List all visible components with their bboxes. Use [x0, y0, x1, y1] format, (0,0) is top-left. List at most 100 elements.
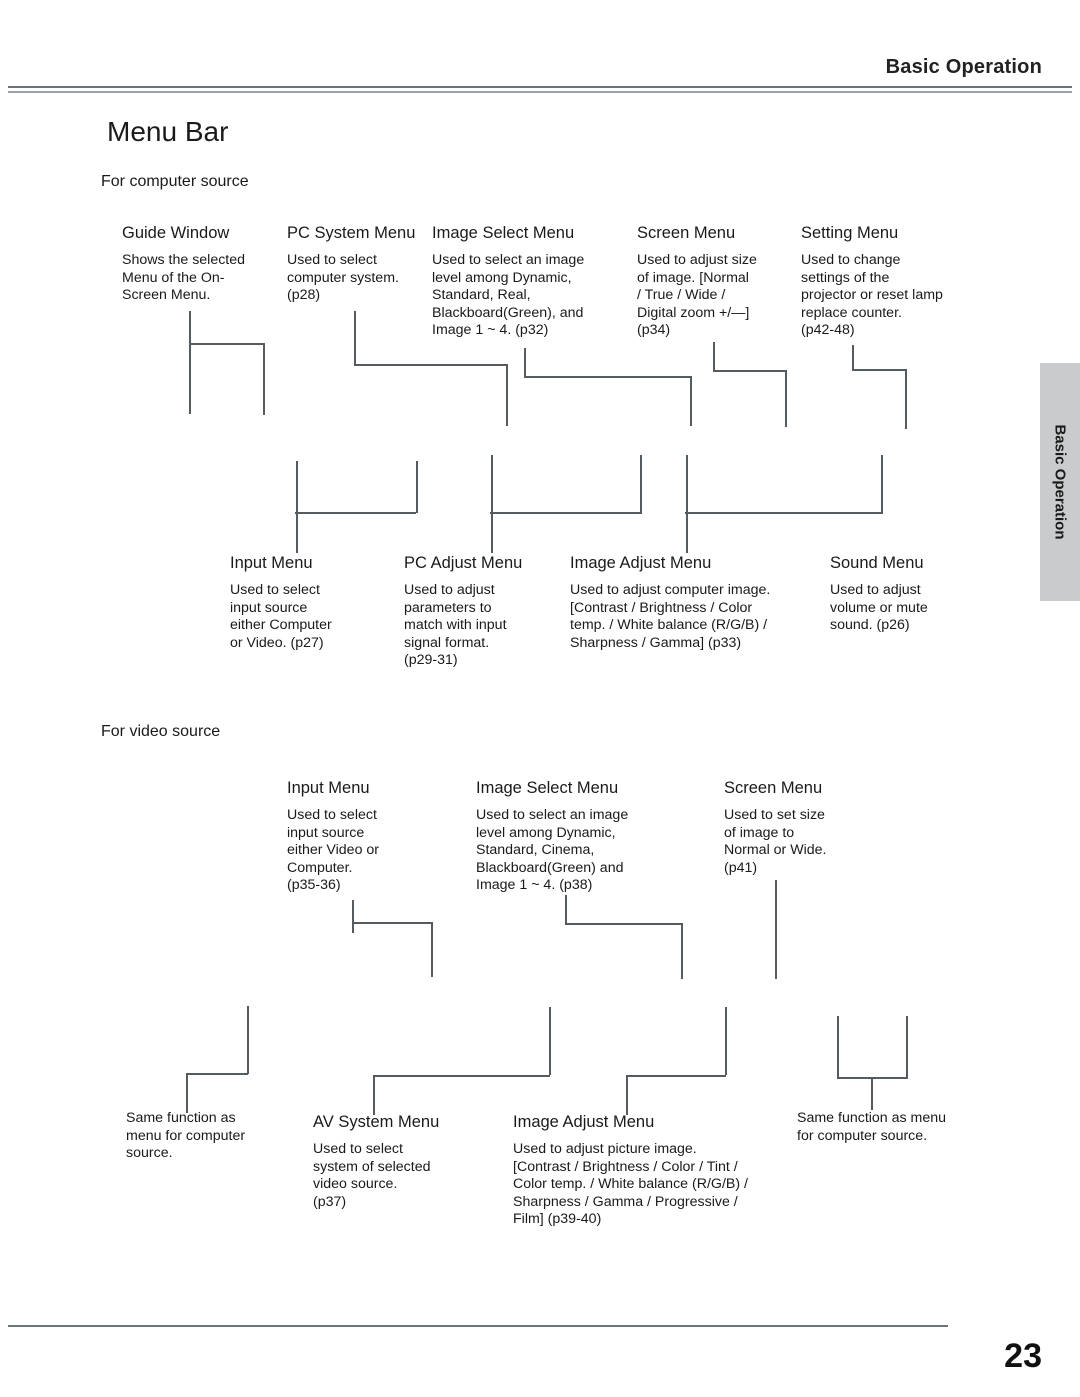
connector-segment — [296, 461, 298, 553]
callout-body: Used to adjust picture image. [Contrast … — [513, 1141, 748, 1228]
callout-body: Same function as menu for computer sourc… — [126, 1110, 246, 1162]
callout-body: Used to select an image level among Dyna… — [476, 807, 629, 894]
connector-segment — [189, 343, 264, 345]
callout-image-adjust-menu-video: Image Adjust Menu Used to adjust picture… — [513, 1113, 803, 1229]
connector-segment — [837, 1016, 839, 1078]
side-tab-basic-operation: Basic Operation — [1040, 363, 1080, 601]
callout-pc-adjust-menu: PC Adjust Menu Used to adjust parameters… — [404, 554, 554, 670]
connector-segment — [186, 1073, 248, 1075]
connector-segment — [373, 1075, 550, 1077]
connector-segment — [690, 376, 692, 426]
page-title: Menu Bar — [107, 116, 229, 147]
callout-body: Used to select system of selected video … — [313, 1141, 431, 1210]
computer-source-heading: For computer source — [101, 173, 249, 190]
header-rule-upper — [8, 86, 1072, 88]
callout-setting-menu: Setting Menu Used to change settings of … — [801, 224, 991, 340]
document-page: Basic Operation Menu Bar Basic Operation… — [0, 0, 1080, 1397]
connector-segment — [295, 512, 416, 514]
callout-same-function-right: Same function as menu for computer sourc… — [797, 1110, 997, 1145]
callout-input-menu-computer: Input Menu Used to select input source e… — [230, 554, 380, 652]
connector-segment — [247, 1006, 249, 1074]
callout-body: Used to adjust size of image. [Normal / … — [637, 252, 757, 339]
connector-segment — [490, 512, 642, 514]
connector-segment — [431, 922, 433, 977]
callout-title: Setting Menu — [801, 224, 899, 242]
connector-segment — [852, 369, 906, 371]
connector-segment — [263, 343, 265, 415]
callout-title: Input Menu — [287, 779, 370, 797]
connector-segment — [775, 880, 777, 979]
connector-segment — [881, 455, 883, 513]
callout-title: AV System Menu — [313, 1113, 440, 1131]
connector-segment — [352, 900, 354, 933]
connector-segment — [524, 348, 526, 378]
callout-screen-menu-video: Screen Menu Used to set size of image to… — [724, 779, 884, 877]
connector-segment — [354, 311, 356, 365]
connector-segment — [906, 1016, 908, 1078]
page-number: 23 — [1004, 1337, 1042, 1375]
connector-segment — [685, 512, 883, 514]
callout-sound-menu: Sound Menu Used to adjust volume or mute… — [830, 554, 990, 635]
connector-segment — [640, 455, 642, 513]
callout-title: Image Select Menu — [432, 224, 575, 242]
connector-segment — [871, 1077, 873, 1110]
callout-image-select-menu-video: Image Select Menu Used to select an imag… — [476, 779, 681, 895]
callout-body: Used to select computer system. (p28) — [287, 252, 399, 304]
callout-body: Used to select an image level among Dyna… — [432, 252, 585, 339]
connector-segment — [686, 455, 688, 553]
callout-body: Same function as menu for computer sourc… — [797, 1110, 947, 1144]
callout-title: Sound Menu — [830, 554, 924, 572]
connector-segment — [565, 895, 567, 925]
callout-title: Screen Menu — [637, 224, 736, 242]
callout-body: Used to select input source either Compu… — [230, 582, 332, 651]
callout-body: Used to change settings of the projector… — [801, 252, 943, 339]
video-source-heading: For video source — [101, 723, 221, 740]
side-tab-label: Basic Operation — [1051, 424, 1069, 540]
callout-body: Used to adjust parameters to match with … — [404, 582, 507, 669]
connector-segment — [189, 311, 191, 414]
callout-screen-menu: Screen Menu Used to adjust size of image… — [637, 224, 797, 340]
callout-title: Guide Window — [122, 224, 230, 242]
header-rule-lower — [8, 91, 1072, 93]
callout-title: Input Menu — [230, 554, 313, 572]
connector-segment — [524, 376, 691, 378]
connector-segment — [373, 1075, 375, 1115]
connector-segment — [725, 1007, 727, 1075]
connector-segment — [852, 345, 854, 370]
callout-pc-system-menu: PC System Menu Used to select computer s… — [287, 224, 432, 305]
connector-segment — [565, 923, 682, 925]
callout-body: Shows the selected Menu of the On- Scree… — [122, 252, 246, 304]
connector-segment — [626, 1075, 628, 1115]
callout-body: Used to select input source either Video… — [287, 807, 380, 894]
connector-segment — [626, 1075, 726, 1077]
connector-segment — [785, 370, 787, 427]
footer-rule — [8, 1325, 948, 1327]
connector-segment — [713, 342, 715, 371]
callout-title: Image Adjust Menu — [570, 554, 712, 572]
callout-image-select-menu: Image Select Menu Used to select an imag… — [432, 224, 632, 340]
callout-title: Image Adjust Menu — [513, 1113, 655, 1131]
connector-segment — [713, 370, 786, 372]
callout-body: Used to adjust volume or mute sound. (p2… — [830, 582, 928, 634]
connector-segment — [416, 461, 418, 513]
connector-segment — [352, 922, 432, 924]
callout-title: PC System Menu — [287, 224, 416, 242]
callout-title: Image Select Menu — [476, 779, 619, 797]
connector-segment — [506, 364, 508, 426]
callout-title: Screen Menu — [724, 779, 823, 797]
connector-segment — [905, 369, 907, 429]
connector-segment — [354, 364, 507, 366]
connector-segment — [491, 455, 493, 553]
callout-input-menu-video: Input Menu Used to select input source e… — [287, 779, 447, 895]
callout-guide-window: Guide Window Shows the selected Menu of … — [122, 224, 287, 305]
callout-body: Used to set size of image to Normal or W… — [724, 807, 827, 876]
callout-image-adjust-menu-computer: Image Adjust Menu Used to adjust compute… — [570, 554, 830, 652]
connector-segment — [681, 923, 683, 979]
connector-segment — [186, 1073, 188, 1113]
connector-segment — [549, 1007, 551, 1075]
callout-same-function-left: Same function as menu for computer sourc… — [126, 1110, 301, 1163]
callout-body: Used to adjust computer image. [Contrast… — [570, 582, 771, 651]
running-head: Basic Operation — [885, 56, 1042, 78]
callout-av-system-menu: AV System Menu Used to select system of … — [313, 1113, 483, 1211]
callout-title: PC Adjust Menu — [404, 554, 523, 572]
